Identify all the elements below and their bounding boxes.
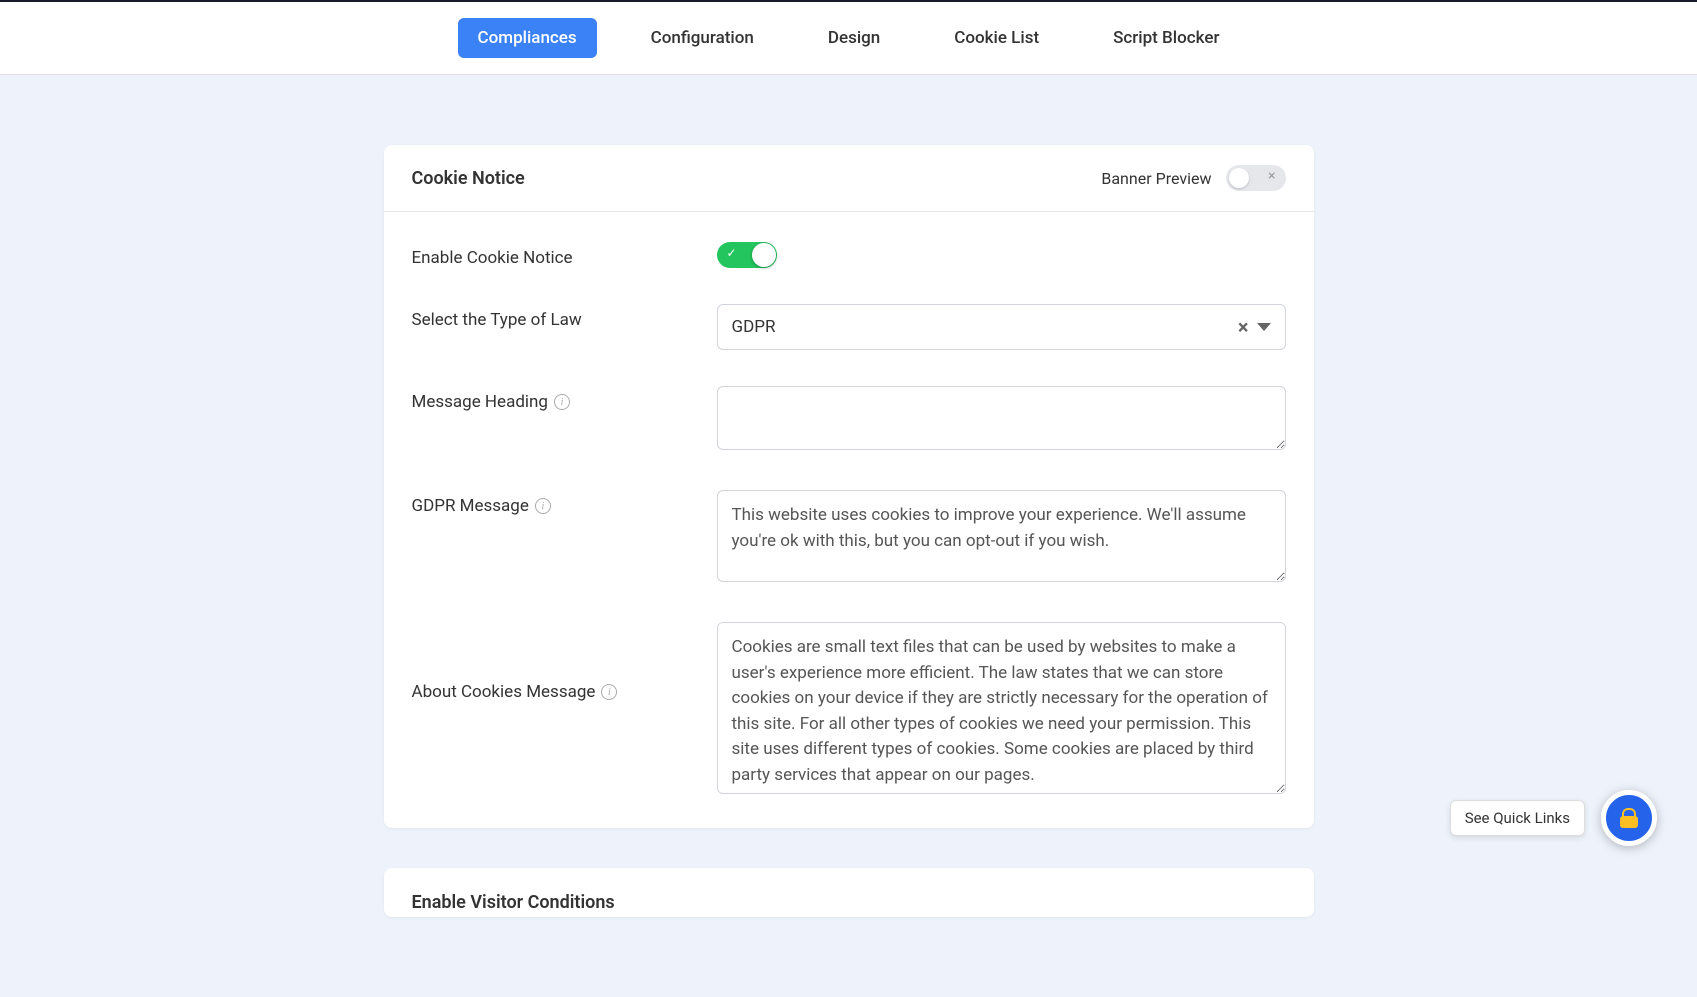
- chevron-down-icon[interactable]: [1257, 323, 1271, 331]
- info-icon[interactable]: i: [601, 684, 617, 700]
- row-about: About Cookies Message i: [412, 622, 1286, 798]
- tab-design[interactable]: Design: [808, 18, 900, 58]
- gdpr-label-text: GDPR Message: [412, 496, 529, 516]
- tab-configuration[interactable]: Configuration: [631, 18, 774, 58]
- heading-control: [717, 386, 1286, 454]
- quick-links: See Quick Links: [1450, 790, 1657, 846]
- about-control: [717, 622, 1286, 798]
- lock-icon: [1620, 808, 1638, 828]
- quick-links-label: See Quick Links: [1450, 800, 1585, 836]
- visitor-conditions-title: Enable Visitor Conditions: [384, 868, 1314, 917]
- row-enable: Enable Cookie Notice: [412, 242, 1286, 268]
- row-law: Select the Type of Law GDPR ×: [412, 304, 1286, 350]
- enable-control: [717, 242, 1286, 268]
- info-icon[interactable]: i: [535, 498, 551, 514]
- message-heading-label: Message Heading i: [412, 386, 717, 412]
- row-gdpr: GDPR Message i: [412, 490, 1286, 586]
- card-title: Cookie Notice: [412, 168, 525, 189]
- visitor-conditions-card: Enable Visitor Conditions: [384, 868, 1314, 917]
- banner-preview-label: Banner Preview: [1101, 169, 1211, 188]
- heading-label-text: Message Heading: [412, 392, 548, 412]
- enable-label-text: Enable Cookie Notice: [412, 248, 573, 268]
- cookie-notice-card: Cookie Notice Banner Preview Enable Cook…: [384, 145, 1314, 828]
- tab-compliances[interactable]: Compliances: [458, 18, 597, 58]
- nav-tabs: Compliances Configuration Design Cookie …: [0, 2, 1697, 75]
- clear-icon[interactable]: ×: [1238, 315, 1249, 339]
- enable-cookie-notice-toggle[interactable]: [717, 242, 777, 268]
- gdpr-message-label: GDPR Message i: [412, 490, 717, 516]
- tab-script-blocker[interactable]: Script Blocker: [1093, 18, 1239, 58]
- law-label-text: Select the Type of Law: [412, 310, 582, 330]
- law-type-select[interactable]: GDPR ×: [717, 304, 1286, 350]
- card-body: Enable Cookie Notice Select the Type of …: [384, 212, 1314, 828]
- info-icon[interactable]: i: [554, 394, 570, 410]
- about-label-text: About Cookies Message: [412, 682, 596, 702]
- quick-links-button[interactable]: [1601, 790, 1657, 846]
- row-heading: Message Heading i: [412, 386, 1286, 454]
- tab-cookie-list[interactable]: Cookie List: [934, 18, 1059, 58]
- enable-cookie-notice-label: Enable Cookie Notice: [412, 242, 717, 268]
- card-header: Cookie Notice Banner Preview: [384, 145, 1314, 212]
- gdpr-message-input[interactable]: [717, 490, 1286, 582]
- about-cookies-input[interactable]: [717, 622, 1286, 794]
- about-cookies-label: About Cookies Message i: [412, 622, 717, 702]
- law-type-label: Select the Type of Law: [412, 304, 717, 330]
- banner-preview-section: Banner Preview: [1101, 165, 1285, 191]
- content: Cookie Notice Banner Preview Enable Cook…: [384, 145, 1314, 997]
- message-heading-input[interactable]: [717, 386, 1286, 450]
- banner-preview-toggle[interactable]: [1226, 165, 1286, 191]
- select-icons: ×: [1238, 315, 1271, 339]
- gdpr-control: [717, 490, 1286, 586]
- law-control: GDPR ×: [717, 304, 1286, 350]
- law-selected-value: GDPR: [732, 317, 776, 337]
